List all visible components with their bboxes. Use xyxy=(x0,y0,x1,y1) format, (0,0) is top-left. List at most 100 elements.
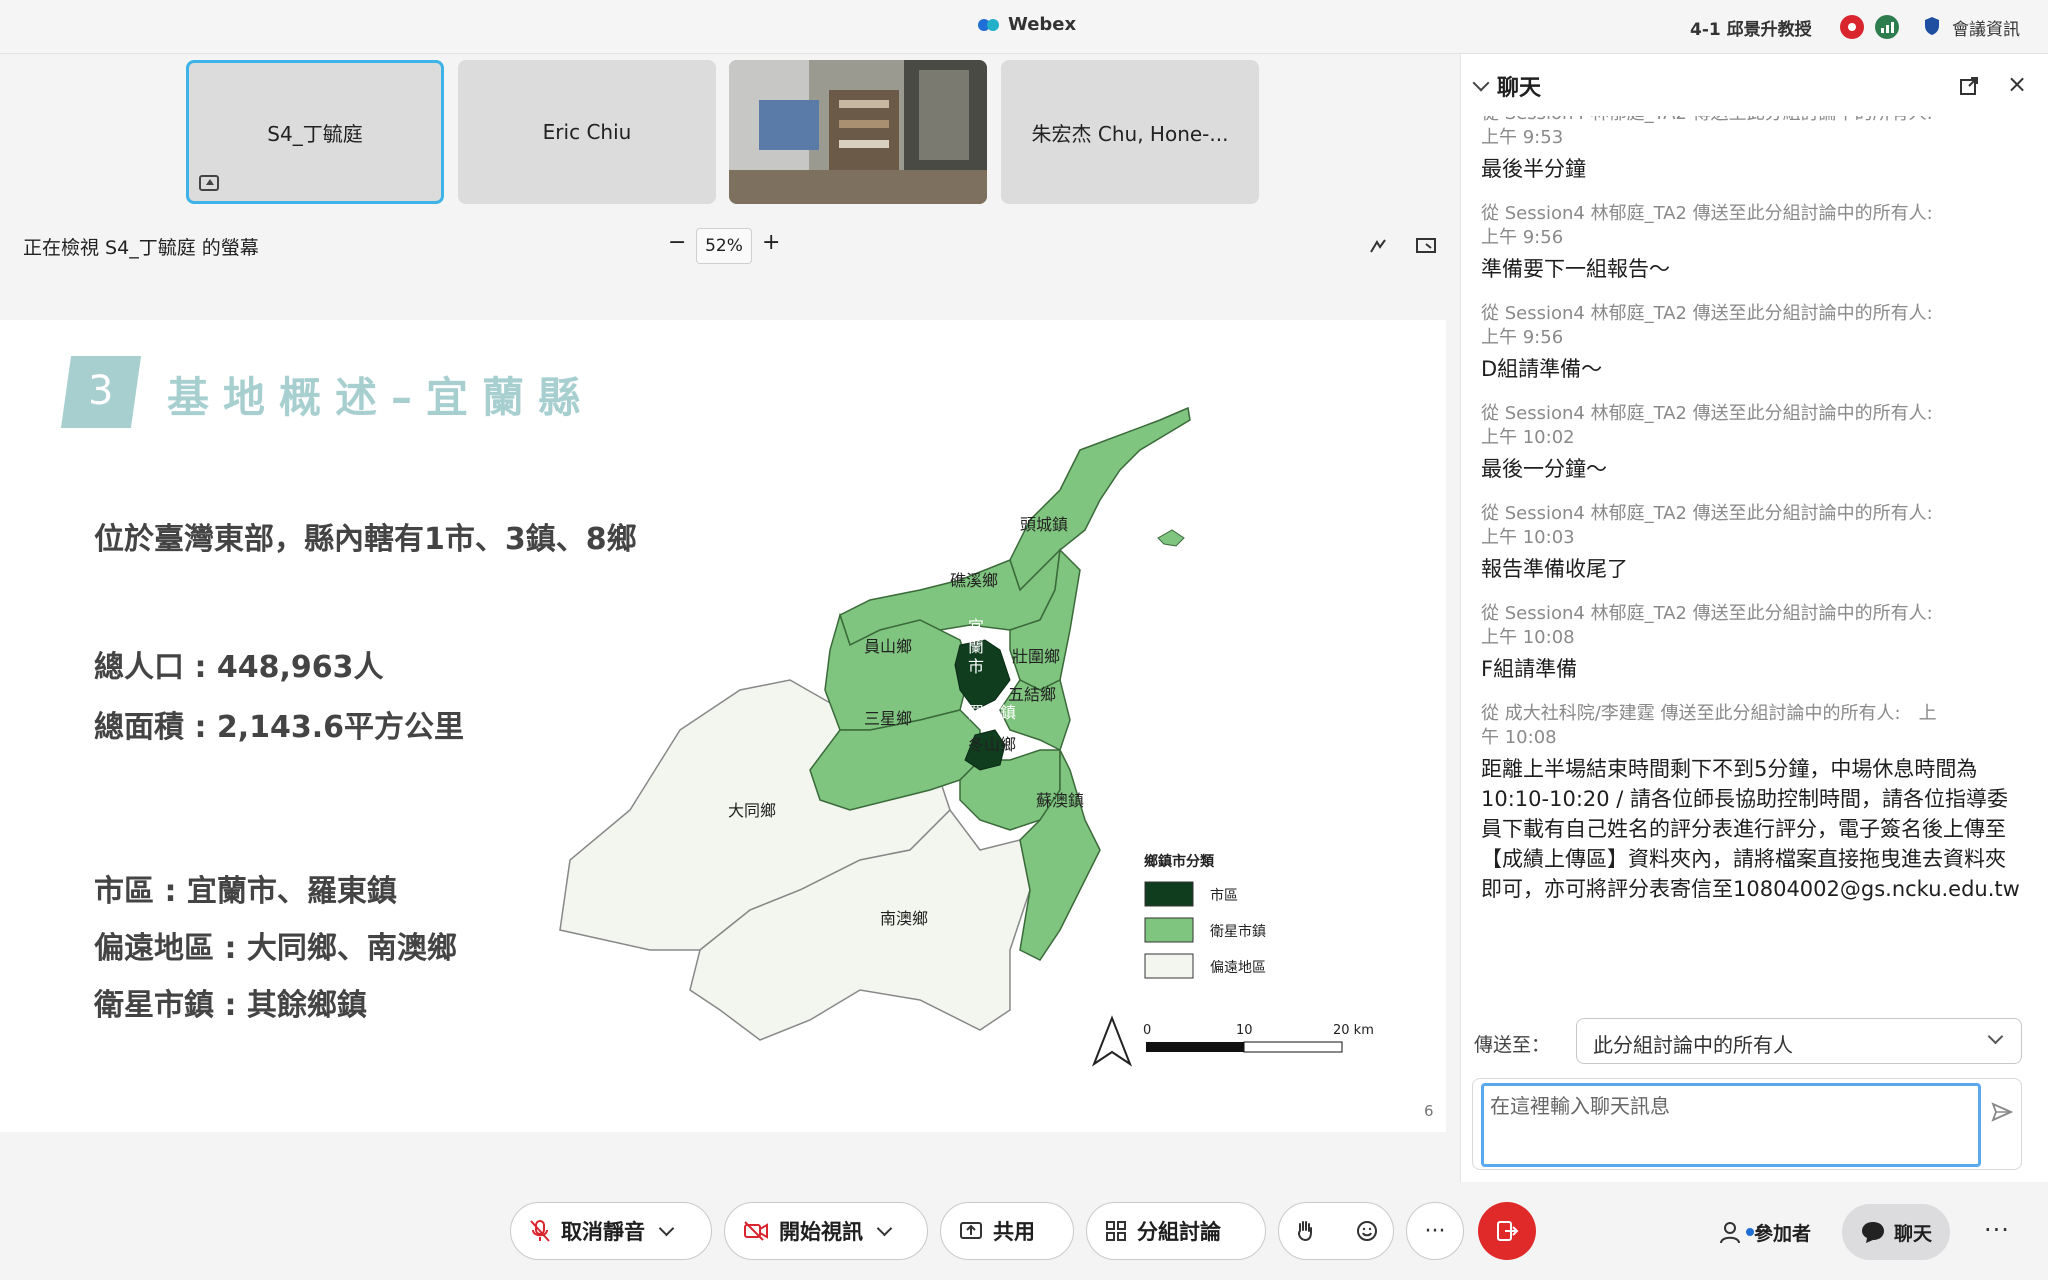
shield-icon[interactable] xyxy=(1924,16,1940,36)
participant-tile[interactable]: S4_丁毓庭 xyxy=(186,60,444,204)
message-time: 上午 10:08 xyxy=(1481,627,1575,648)
slide-area: 總面積 : 2,143.6平方公里 xyxy=(94,710,465,745)
send-icon[interactable] xyxy=(1991,1101,2013,1123)
mic-muted-icon xyxy=(530,1220,550,1242)
leave-meeting-button[interactable] xyxy=(1478,1202,1536,1260)
unmute-label: 取消靜音 xyxy=(561,1220,645,1244)
meeting-info-button[interactable]: 會議資訊 xyxy=(1952,15,2020,40)
send-to-select[interactable]: 此分組討論中的所有人 xyxy=(1576,1018,2022,1064)
slide-satellite: 衛星市鎮 : 其餘鄉鎮 xyxy=(94,988,367,1023)
zoom-in-button[interactable]: + xyxy=(762,230,780,255)
message-text: 最後一分鐘～ xyxy=(1481,457,1607,481)
chat-input-container xyxy=(1472,1078,2022,1170)
north-arrow-icon xyxy=(1091,1015,1133,1067)
legend-title: 鄉鎮市分類 xyxy=(1144,853,1215,870)
legend-label: 衛星市鎮 xyxy=(1210,923,1266,940)
message-sender: 從 Session4 林郁庭_TA2 傳送至此分組討論中的所有人: xyxy=(1481,116,2021,126)
chat-message: 從 Session4 林郁庭_TA2 傳送至此分組討論中的所有人: 上午 9:5… xyxy=(1481,202,2021,284)
chevron-down-icon[interactable] xyxy=(658,1220,675,1237)
zoom-out-button[interactable]: − xyxy=(668,230,686,255)
participant-tile[interactable]: 朱宏杰 Chu, Hone-... xyxy=(1001,60,1259,204)
chat-button[interactable]: 聊天 xyxy=(1842,1204,1951,1260)
map-label: 宜 xyxy=(968,617,984,636)
chat-message: 從 Session4 林郁庭_TA2 傳送至此分組討論中的所有人: 上午 10:… xyxy=(1481,402,2021,484)
chat-input[interactable] xyxy=(1481,1083,1981,1167)
message-time: 上午 10:03 xyxy=(1481,527,1575,548)
participants-button[interactable]: 參加者 xyxy=(1700,1204,1829,1260)
map-label: 頭城鎮 xyxy=(1020,515,1068,534)
chat-message-list[interactable]: 從 Session4 林郁庭_TA2 傳送至此分組討論中的所有人: 上午 9:5… xyxy=(1481,116,2021,1016)
unmute-button[interactable]: 取消靜音 xyxy=(510,1202,712,1260)
participant-name: 朱宏杰 Chu, Hone-... xyxy=(1031,121,1229,146)
share-label: 共用 xyxy=(993,1220,1035,1244)
message-text: 報告準備收尾了 xyxy=(1481,557,1628,581)
map-label: 大同鄉 xyxy=(728,801,776,820)
popout-share-icon[interactable] xyxy=(1416,236,1438,256)
recording-icon[interactable] xyxy=(1840,15,1864,39)
connection-stats-icon[interactable] xyxy=(1875,15,1899,39)
slide-page-number: 6 xyxy=(1424,1102,1434,1120)
webex-logo-icon xyxy=(978,17,1000,33)
chat-label: 聊天 xyxy=(1894,1222,1933,1245)
popout-icon[interactable] xyxy=(1959,76,1979,96)
section-number: 3 xyxy=(88,368,114,414)
map-label: 員山鄉 xyxy=(864,637,912,656)
message-text: F組請準備 xyxy=(1481,657,1578,681)
chat-message: 從 Session4 林郁庭_TA2 傳送至此分組討論中的所有人: 上午 9:5… xyxy=(1481,116,2021,184)
breakout-grid-icon xyxy=(1106,1221,1126,1241)
breakout-button[interactable]: 分組討論 xyxy=(1086,1202,1266,1260)
chevron-down-icon[interactable] xyxy=(1472,74,1490,92)
map-label: 市 xyxy=(968,657,984,676)
message-time: 上午 9:53 xyxy=(1481,127,1564,148)
more-options-button[interactable]: ··· xyxy=(1406,1202,1464,1260)
reactions-group xyxy=(1278,1202,1394,1260)
map-turtle-island xyxy=(1157,529,1185,547)
message-sender: 從 Session4 林郁庭_TA2 傳送至此分組討論中的所有人: xyxy=(1481,503,1933,524)
viewing-share-label: 正在檢視 S4_丁毓庭 的螢幕 xyxy=(23,237,259,259)
meeting-toolbar: 取消靜音 開始視訊 共用 分組討論 ··· 參加者 聊天 ··· xyxy=(0,1182,2048,1280)
send-to-label: 傳送至： xyxy=(1474,1034,1551,1056)
slide-urban: 市區 : 宜蘭市、羅東鎮 xyxy=(94,874,397,909)
annotate-icon[interactable] xyxy=(1368,236,1388,256)
share-button[interactable]: 共用 xyxy=(940,1202,1074,1260)
participant-video-tile[interactable] xyxy=(729,60,987,204)
legend-swatch-remote xyxy=(1144,953,1194,979)
participant-video xyxy=(729,60,987,204)
map-label: 蘭 xyxy=(968,637,984,656)
close-icon[interactable]: × xyxy=(2005,72,2029,96)
message-time: 上午 10:02 xyxy=(1481,427,1575,448)
chat-message: 從 Session4 林郁庭_TA2 傳送至此分組討論中的所有人: 上午 10:… xyxy=(1481,602,2021,684)
message-sender: 從 Session4 林郁庭_TA2 傳送至此分組討論中的所有人: xyxy=(1481,203,1933,224)
participant-tile[interactable]: Eric Chiu xyxy=(458,60,716,204)
legend-swatch-satellite xyxy=(1144,917,1194,943)
participant-name: Eric Chiu xyxy=(542,120,632,144)
zoom-level[interactable]: 52% xyxy=(696,228,752,264)
raise-hand-icon[interactable] xyxy=(1294,1219,1316,1243)
map-label: 冬山鄉 xyxy=(968,735,1016,754)
breakout-label: 分組討論 xyxy=(1137,1220,1221,1244)
map-region-toucheng xyxy=(1009,406,1191,592)
reactions-icon[interactable] xyxy=(1355,1219,1379,1243)
yilan-map: 頭城鎮 礁溪鄉 員山鄉 宜 蘭 市 壯圍鄉 五結鄉 三星鄉 羅東鎮 冬山鄉 蘇澳… xyxy=(559,406,1374,1067)
map-label: 五結鄉 xyxy=(1008,685,1056,704)
chat-title: 聊天 xyxy=(1497,76,1542,101)
legend-label: 偏遠地區 xyxy=(1210,960,1266,976)
scale-mid: 10 xyxy=(1236,1023,1253,1038)
message-sender: 從 Session4 林郁庭_TA2 傳送至此分組討論中的所有人: xyxy=(1481,303,1933,324)
scale-zero: 0 xyxy=(1143,1023,1151,1038)
message-sender: 從 Session4 林郁庭_TA2 傳送至此分組討論中的所有人: xyxy=(1481,403,1933,424)
map-label: 羅東鎮 xyxy=(968,703,1016,722)
chevron-down-icon[interactable] xyxy=(876,1220,893,1237)
overflow-menu-button[interactable]: ··· xyxy=(1984,1216,2010,1244)
message-text: 準備要下一組報告～ xyxy=(1481,257,1670,281)
share-screen-icon xyxy=(960,1222,982,1239)
chat-header[interactable]: 聊天 xyxy=(1472,70,1542,102)
message-time: 午 10:08 xyxy=(1481,727,1557,748)
message-time: 上午 9:56 xyxy=(1481,327,1564,348)
message-sender: 從 Session4 林郁庭_TA2 傳送至此分組討論中的所有人: xyxy=(1481,603,1933,624)
screen-share-icon xyxy=(199,175,219,191)
message-text: D組請準備～ xyxy=(1481,357,1603,381)
map-label: 壯圍鄉 xyxy=(1012,647,1060,666)
send-to-value: 此分組討論中的所有人 xyxy=(1593,1033,1793,1057)
start-video-button[interactable]: 開始視訊 xyxy=(724,1202,928,1260)
